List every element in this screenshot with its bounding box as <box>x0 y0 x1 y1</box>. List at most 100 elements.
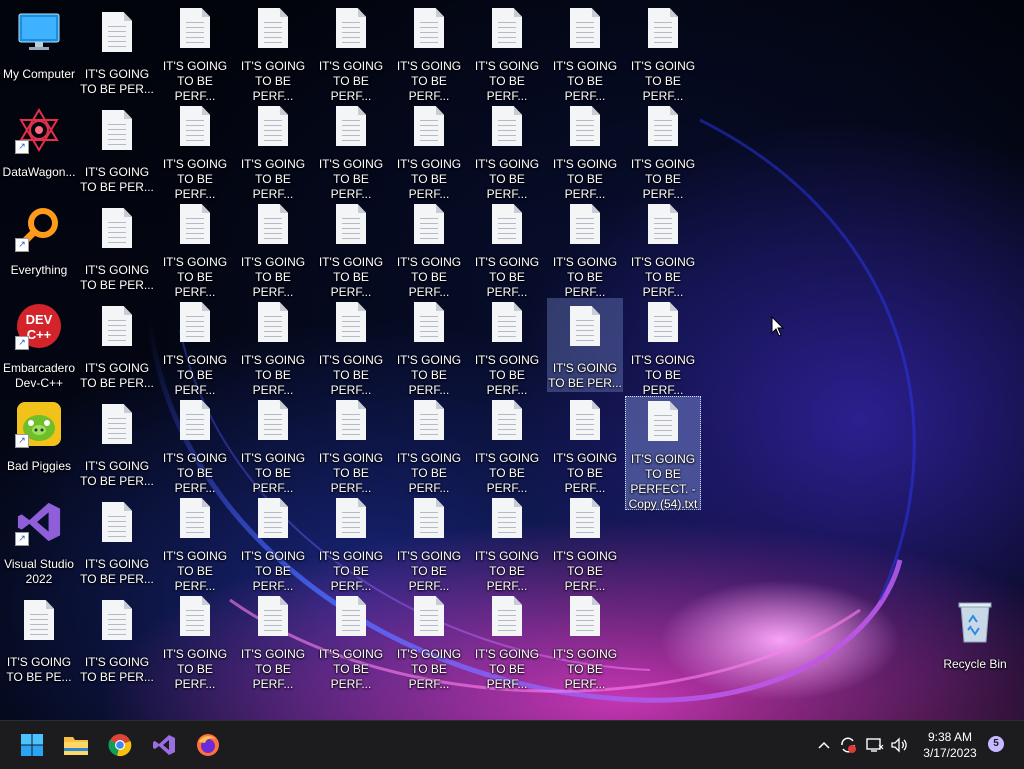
chrome-button[interactable] <box>104 729 136 761</box>
desktop-file-icon[interactable]: IT'S GOING TO BE PERF... <box>625 298 701 397</box>
desktop-file-icon[interactable]: IT'S GOING TO BE PERF... <box>547 200 623 299</box>
desktop-file-icon[interactable]: IT'S GOING TO BE PERF... <box>157 396 233 495</box>
desktop-file-icon[interactable]: IT'S GOING TO BE PER... <box>79 102 155 196</box>
mouse-pointer-icon <box>771 316 785 337</box>
volume-tray-button[interactable] <box>890 735 910 755</box>
network-tray-button[interactable] <box>865 735 885 755</box>
desktop-file-icon[interactable]: IT'S GOING TO BE PER... <box>79 200 155 294</box>
desktop-file-icon[interactable]: IT'S GOING TO BE PERF... <box>235 298 311 397</box>
file-explorer-button[interactable] <box>60 729 92 761</box>
desktop-file-icon[interactable]: IT'S GOING TO BE PERF... <box>157 298 233 397</box>
text-file-icon <box>405 400 453 440</box>
text-file-icon <box>327 106 375 146</box>
text-file-icon <box>639 8 687 48</box>
desktop-file-icon[interactable]: IT'S GOING TO BE PERF... <box>547 102 623 201</box>
desktop-shortcut[interactable]: My Computer <box>1 4 77 98</box>
text-file-icon <box>561 302 609 350</box>
desktop-shortcut[interactable]: DEV C++ ↗ Embarcadero Dev-C++ <box>1 298 77 392</box>
text-file-icon <box>249 596 297 636</box>
text-file-icon <box>249 498 297 538</box>
desktop-file-icon[interactable]: IT'S GOING TO BE PERF... <box>313 102 389 201</box>
file-label: IT'S GOING TO BE PERF... <box>630 255 696 299</box>
text-file-icon <box>93 204 141 252</box>
desktop-file-icon[interactable]: IT'S GOING TO BE PERF... <box>157 4 233 103</box>
firefox-button[interactable] <box>192 729 224 761</box>
desktop-file-icon[interactable]: IT'S GOING TO BE PERF... <box>547 4 623 103</box>
desktop-file-icon[interactable]: IT'S GOING TO BE PERF... <box>313 298 389 397</box>
desktop-file-icon[interactable]: IT'S GOING TO BE PER... <box>79 4 155 98</box>
desktop-file-icon[interactable]: IT'S GOING TO BE PERF... <box>625 102 701 201</box>
desktop-file-icon[interactable]: IT'S GOING TO BE PERF... <box>391 494 467 593</box>
desktop-shortcut[interactable]: ↗ Bad Piggies <box>1 396 77 490</box>
desktop-file-icon[interactable]: IT'S GOING TO BE PERF... <box>391 4 467 103</box>
desktop-file-icon[interactable]: IT'S GOING TO BE PERF... <box>235 4 311 103</box>
desktop-file-icon[interactable]: IT'S GOING TO BE PERF... <box>469 102 545 201</box>
desktop-file-icon[interactable]: IT'S GOING TO BE PER... <box>79 494 155 588</box>
clock-time: 9:38 AM <box>927 730 973 744</box>
text-file-icon <box>639 401 687 441</box>
file-label: IT'S GOING TO BE PERF... <box>396 549 462 593</box>
desktop-file-icon[interactable]: IT'S GOING TO BE PERF... <box>391 592 467 691</box>
desktop-file-icon[interactable]: IT'S GOING TO BE PERF... <box>547 592 623 691</box>
desktop-file-icon[interactable]: IT'S GOING TO BE PERF... <box>313 4 389 103</box>
file-label: IT'S GOING TO BE PERF... <box>240 255 306 299</box>
desktop-file-icon[interactable]: IT'S GOING TO BE PERF... <box>547 494 623 593</box>
desktop-file-icon[interactable]: IT'S GOING TO BE PERF... <box>157 200 233 299</box>
clock[interactable]: 9:38 AM 3/17/2023 <box>912 729 988 761</box>
file-label: IT'S GOING TO BE PERF... <box>162 157 228 201</box>
desktop-file-icon[interactable]: IT'S GOING TO BE PERF... <box>235 200 311 299</box>
desktop-file-icon[interactable]: IT'S GOING TO BE PERF... <box>235 592 311 691</box>
text-file-icon <box>405 106 453 146</box>
text-file-icon <box>171 302 219 342</box>
text-file-icon <box>483 302 531 342</box>
desktop-shortcut[interactable]: ↗ Visual Studio 2022 <box>1 494 77 588</box>
desktop-file-icon[interactable]: IT'S GOING TO BE PER... <box>79 396 155 490</box>
desktop-file-icon[interactable]: IT'S GOING TO BE PERF... <box>313 592 389 691</box>
desktop-file-icon[interactable]: IT'S GOING TO BE PERF... <box>313 494 389 593</box>
start-button[interactable] <box>16 729 48 761</box>
desktop-file-icon[interactable]: IT'S GOING TO BE PERF... <box>547 396 623 495</box>
desktop-shortcut[interactable]: ↗ DataWagon... <box>1 102 77 196</box>
desktop-file-icon[interactable]: IT'S GOING TO BE PERF... <box>235 102 311 201</box>
text-file-icon <box>249 106 297 146</box>
desktop-file-icon[interactable]: IT'S GOING TO BE PERF... <box>313 200 389 299</box>
desktop-file-icon[interactable]: IT'S GOING TO BE PERF... <box>235 396 311 495</box>
desktop-file-icon[interactable]: IT'S GOING TO BE PE... <box>1 592 77 686</box>
desktop-file-icon[interactable]: IT'S GOING TO BE PER... <box>79 592 155 686</box>
desktop-file-icon[interactable]: IT'S GOING TO BE PERF... <box>235 494 311 593</box>
sync-tray-button[interactable] <box>838 735 858 755</box>
desktop-file-icon[interactable]: IT'S GOING TO BE PERFECT. - Copy (54).tx… <box>625 396 701 511</box>
desktop-file-icon[interactable]: IT'S GOING TO BE PERF... <box>625 4 701 103</box>
text-file-icon <box>405 498 453 538</box>
desktop-file-icon[interactable]: IT'S GOING TO BE PERF... <box>391 200 467 299</box>
desktop-file-icon[interactable]: IT'S GOING TO BE PERF... <box>157 102 233 201</box>
recycle-bin-shortcut[interactable]: Recycle Bin <box>937 594 1013 688</box>
desktop-file-icon[interactable]: IT'S GOING TO BE PER... <box>547 298 623 392</box>
desktop-file-icon[interactable]: IT'S GOING TO BE PERF... <box>391 396 467 495</box>
desktop-file-icon[interactable]: IT'S GOING TO BE PER... <box>79 298 155 392</box>
desktop-file-icon[interactable]: IT'S GOING TO BE PERF... <box>469 396 545 495</box>
desktop-file-icon[interactable]: IT'S GOING TO BE PERF... <box>469 200 545 299</box>
desktop-file-icon[interactable]: IT'S GOING TO BE PERF... <box>391 102 467 201</box>
show-hidden-icons-button[interactable] <box>814 735 834 755</box>
notification-badge[interactable]: 5 <box>988 736 1004 752</box>
desktop-file-icon[interactable]: IT'S GOING TO BE PERF... <box>391 298 467 397</box>
desktop-file-icon[interactable]: IT'S GOING TO BE PERF... <box>469 4 545 103</box>
visual-studio-button[interactable] <box>148 729 180 761</box>
desktop-file-icon[interactable]: IT'S GOING TO BE PERF... <box>469 494 545 593</box>
monitor-icon <box>15 8 63 56</box>
desktop-file-icon[interactable]: IT'S GOING TO BE PERF... <box>313 396 389 495</box>
text-file-icon <box>93 8 141 56</box>
text-file-icon <box>483 498 531 538</box>
desktop-file-icon[interactable]: IT'S GOING TO BE PERF... <box>469 298 545 397</box>
recycle-bin-label: Recycle Bin <box>943 657 1007 671</box>
text-file-icon <box>483 8 531 48</box>
desktop-file-icon[interactable]: IT'S GOING TO BE PERF... <box>157 592 233 691</box>
file-label: IT'S GOING TO BE PERF... <box>552 549 618 593</box>
file-label: IT'S GOING TO BE PER... <box>548 361 622 390</box>
text-file-icon <box>561 204 609 244</box>
desktop-file-icon[interactable]: IT'S GOING TO BE PERF... <box>625 200 701 299</box>
desktop-file-icon[interactable]: IT'S GOING TO BE PERF... <box>157 494 233 593</box>
desktop-file-icon[interactable]: IT'S GOING TO BE PERF... <box>469 592 545 691</box>
desktop-shortcut[interactable]: ↗ Everything <box>1 200 77 294</box>
